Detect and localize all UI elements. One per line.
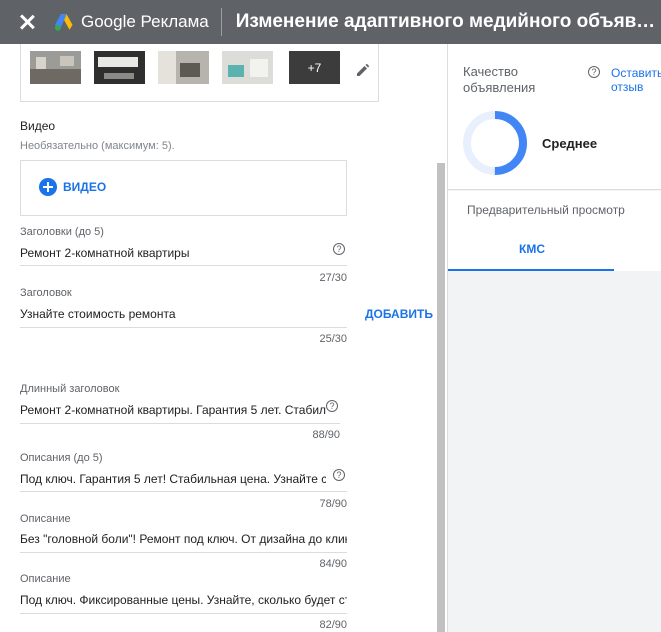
description-input[interactable]: Под ключ. Фиксированные цены. Узнайте, с… <box>20 593 347 607</box>
char-count: 27/30 <box>319 272 347 284</box>
quality-status: Среднее <box>542 136 598 151</box>
description-label: Описание <box>20 513 71 525</box>
long-headline-input[interactable]: Ремонт 2-комнатной квартиры. Гарантия 5 … <box>20 403 326 417</box>
feedback-link[interactable]: Оставить отзыв <box>611 66 661 94</box>
field-underline <box>20 552 347 553</box>
char-count: 25/30 <box>319 333 347 345</box>
description-field: Описания (до 5) Под ключ. Гарантия 5 лет… <box>20 452 347 512</box>
ad-quality-title: Качество объявления <box>463 64 536 95</box>
headline-field: Заголовок Узнайте стоимость ремонта 25/3… <box>20 287 347 347</box>
add-circle-icon <box>39 178 57 196</box>
header-divider <box>220 8 222 36</box>
images-box: +7 <box>20 44 379 102</box>
add-video-label: ВИДЕО <box>63 180 107 194</box>
description-field: Описание Под ключ. Фиксированные цены. У… <box>20 573 347 632</box>
side-panel: Качество объявления ? Оставить отзыв Сре… <box>447 44 661 632</box>
ad-quality-card: Качество объявления ? Оставить отзыв Сре… <box>448 44 661 190</box>
description-input[interactable]: Под ключ. Гарантия 5 лет! Стабильная цен… <box>20 472 326 486</box>
headline-field: Заголовки (до 5) Ремонт 2-комнатной квар… <box>20 226 347 286</box>
long-headline-label: Длинный заголовок <box>20 383 120 395</box>
description-input[interactable]: Без "головной боли"! Ремонт под ключ. От… <box>20 532 347 546</box>
headline-label: Заголовок <box>20 287 72 299</box>
field-underline <box>20 613 347 614</box>
preview-card: Предварительный просмотр КМС <box>448 191 661 271</box>
image-thumbnail[interactable] <box>158 51 209 84</box>
pencil-icon[interactable] <box>355 62 371 78</box>
char-count: 82/90 <box>319 619 347 631</box>
image-thumbnail[interactable] <box>222 51 273 84</box>
more-images-count[interactable]: +7 <box>289 51 340 84</box>
description-field: Описание Без "головной боли"! Ремонт под… <box>20 513 347 573</box>
descriptions-label: Описания (до 5) <box>20 452 103 464</box>
tab-kms[interactable]: КМС <box>448 227 614 271</box>
field-underline <box>20 423 340 424</box>
headline-input[interactable]: Ремонт 2-комнатной квартиры <box>20 246 326 260</box>
field-underline <box>20 327 347 328</box>
add-headline-button[interactable]: ДОБАВИТЬ <box>365 307 433 321</box>
help-icon[interactable]: ? <box>333 243 345 255</box>
scrollbar[interactable] <box>437 163 445 632</box>
help-icon[interactable]: ? <box>588 66 600 78</box>
google-ads-logo-icon <box>54 14 73 31</box>
help-icon[interactable]: ? <box>326 400 338 412</box>
video-hint: Необязательно (максимум: 5). <box>20 140 175 152</box>
top-bar: Google Реклама Изменение адаптивного мед… <box>0 0 661 44</box>
editor-panel: +7 Видео Необязательно (максимум: 5). ВИ… <box>0 44 447 632</box>
headline-input[interactable]: Узнайте стоимость ремонта <box>20 307 326 321</box>
char-count: 78/90 <box>319 498 347 510</box>
video-box: ВИДЕО <box>20 160 347 216</box>
help-icon[interactable]: ? <box>333 469 345 481</box>
brand-name: Google Реклама <box>80 12 209 31</box>
char-count: 84/90 <box>319 558 347 570</box>
headlines-label: Заголовки (до 5) <box>20 226 104 238</box>
char-count: 88/90 <box>312 429 340 441</box>
field-underline <box>20 265 347 266</box>
description-label: Описание <box>20 573 71 585</box>
quality-donut-icon <box>463 111 527 175</box>
preview-title: Предварительный просмотр <box>467 203 625 217</box>
image-thumbnail[interactable] <box>94 51 145 84</box>
add-video-button[interactable]: ВИДЕО <box>39 178 106 196</box>
tab-kms-label: КМС <box>519 242 545 256</box>
field-underline <box>20 491 347 492</box>
long-headline-field: Длинный заголовок Ремонт 2-комнатной ква… <box>20 383 347 443</box>
video-section-title: Видео <box>20 119 56 133</box>
page-title: Изменение адаптивного медийного объявле.… <box>235 11 661 32</box>
close-icon[interactable] <box>18 13 36 31</box>
image-thumbnail[interactable] <box>30 51 81 84</box>
